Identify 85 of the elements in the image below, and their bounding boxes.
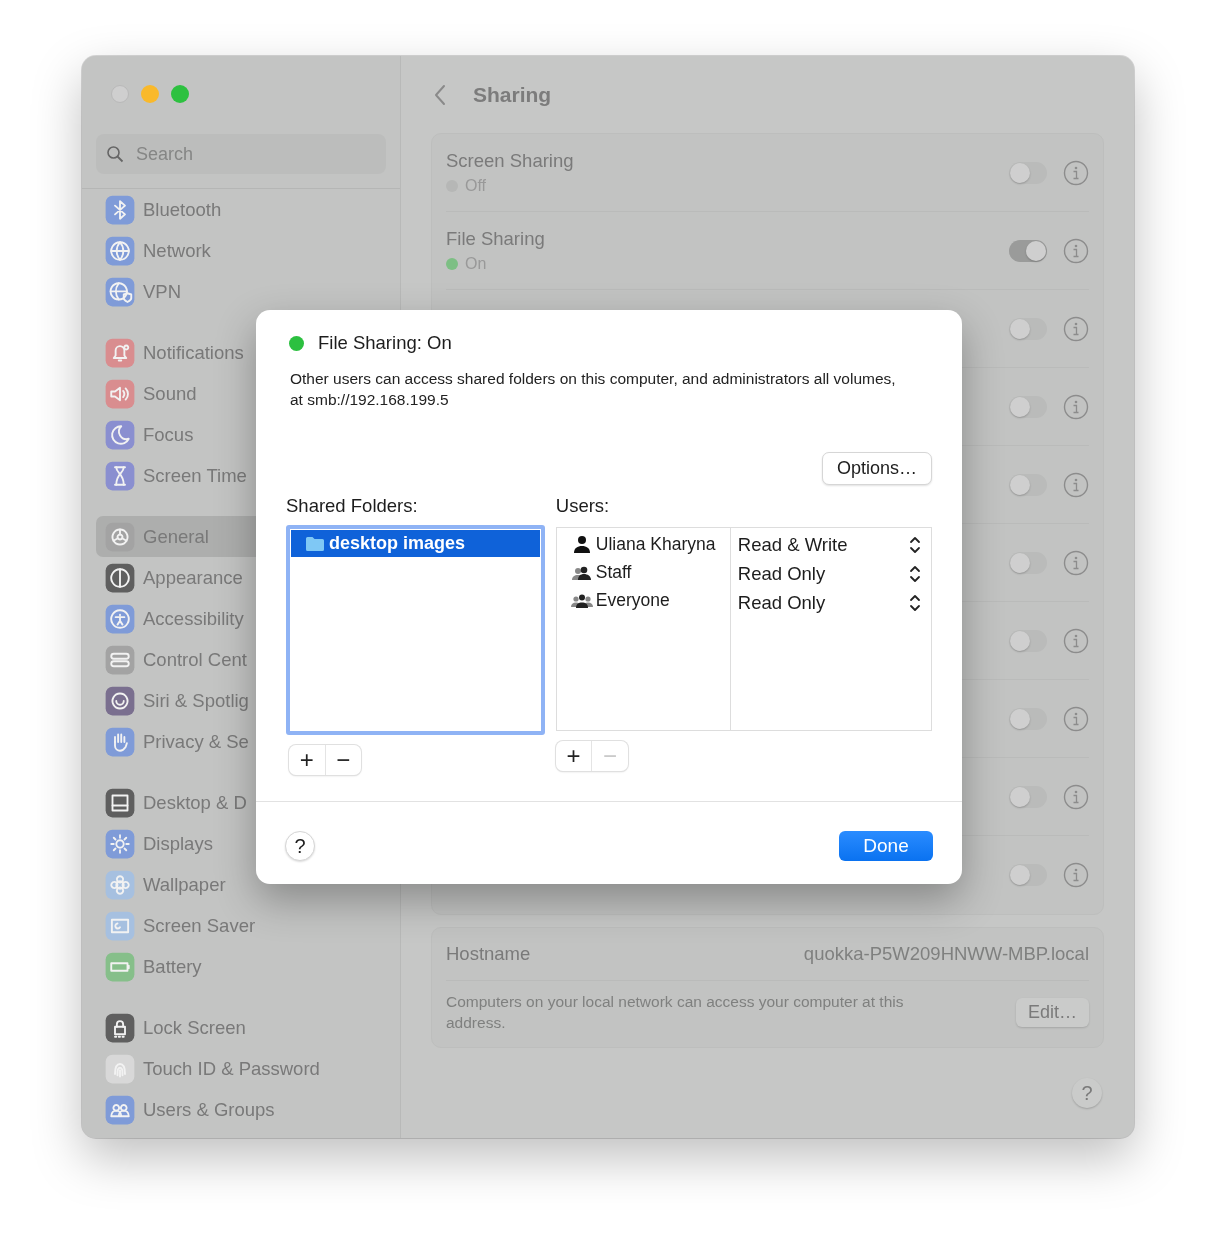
- screensaver-icon: [105, 910, 135, 941]
- sidebar-item[interactable]: Users & Groups: [96, 1089, 386, 1130]
- sidebar-item[interactable]: Touch ID & Password: [96, 1048, 386, 1089]
- speaker-icon: [105, 378, 135, 409]
- chevron-up-down-icon: [909, 594, 921, 612]
- user-name: Uliana Kharyna: [595, 533, 716, 555]
- bluetooth-icon: [105, 194, 135, 225]
- accessibility-icon: [105, 603, 135, 634]
- permission-popup[interactable]: Read & Write: [737, 530, 921, 559]
- globe-icon: [105, 235, 135, 266]
- permission-popup[interactable]: Read Only: [737, 588, 921, 617]
- users-label: Users:: [555, 495, 611, 518]
- service-name: File Sharing: [446, 228, 546, 250]
- info-icon[interactable]: [1063, 315, 1089, 342]
- hostname-label: Hostname: [446, 943, 531, 965]
- folder-item[interactable]: desktop images: [291, 530, 540, 557]
- sidebar-item[interactable]: Screen Saver: [96, 905, 386, 946]
- moon-icon: [105, 419, 135, 450]
- info-icon[interactable]: [1063, 159, 1089, 186]
- edit-button[interactable]: Edit…: [1015, 997, 1089, 1027]
- remove-button[interactable]: −: [324, 745, 361, 775]
- hostname-value: quokka-P5W209HNWW-MBP.local: [803, 943, 1089, 965]
- toggle-switch[interactable]: [1009, 551, 1047, 574]
- sun-icon: [105, 828, 135, 859]
- sidebar-item[interactable]: Screen Time: [96, 455, 386, 496]
- back-icon[interactable]: [433, 83, 447, 106]
- shared-folders-list[interactable]: desktop images: [286, 525, 545, 735]
- dialog-title: File Sharing: On: [318, 332, 452, 354]
- desktop-icon: [105, 787, 135, 818]
- permission-popup[interactable]: Read Only: [737, 559, 921, 588]
- chevron-up-down-icon: [909, 536, 921, 554]
- appearance-icon: [105, 562, 135, 593]
- toggle-switch[interactable]: [1009, 785, 1047, 808]
- zoom-control[interactable]: [171, 85, 189, 103]
- sidebar-item[interactable]: Lock Screen: [96, 1007, 386, 1048]
- lock-icon: [105, 1012, 135, 1043]
- info-icon[interactable]: [1063, 393, 1089, 420]
- options-button[interactable]: Options…: [821, 452, 932, 485]
- fingerprint-icon: [105, 1053, 135, 1084]
- hand-icon: [105, 726, 135, 757]
- hostname-note: Computers on your local network can access your computer at this address.: [446, 992, 905, 1033]
- info-icon[interactable]: [1063, 705, 1089, 732]
- shared-folders-label: Shared Folders:: [286, 495, 419, 518]
- user-name: Everyone: [595, 589, 670, 611]
- help-button[interactable]: ?: [285, 831, 315, 861]
- dialog-description: Other users can access shared folders on this computer, and administrators all volumes, at smb://192.168.199.5: [290, 369, 897, 410]
- sidebar-item[interactable]: Battery: [96, 946, 386, 987]
- flower-icon: [105, 869, 135, 900]
- sidebar-item[interactable]: Bluetooth: [96, 189, 386, 230]
- page-title: Sharing: [473, 82, 552, 107]
- switches-icon: [105, 644, 135, 675]
- user-name: Staff: [595, 561, 632, 583]
- toggle-switch[interactable]: [1009, 395, 1047, 418]
- add-button[interactable]: +: [555, 741, 592, 771]
- hourglass-icon: [105, 460, 135, 491]
- toggle-switch[interactable]: [1009, 239, 1047, 262]
- search-icon: [106, 145, 124, 163]
- toggle-switch[interactable]: [1009, 707, 1047, 730]
- service-name: Screen Sharing: [446, 150, 575, 172]
- toggle-switch[interactable]: [1009, 473, 1047, 496]
- sidebar-item[interactable]: Desktop & D: [96, 782, 386, 823]
- info-icon[interactable]: [1063, 627, 1089, 654]
- toggle-switch[interactable]: [1009, 161, 1047, 184]
- info-icon[interactable]: [1063, 471, 1089, 498]
- chevron-up-down-icon: [909, 565, 921, 583]
- sidebar-item[interactable]: VPN: [96, 271, 386, 312]
- battery-icon: [105, 951, 135, 982]
- folder-icon: [305, 535, 325, 552]
- minimize-control[interactable]: [141, 85, 159, 103]
- info-icon[interactable]: [1063, 237, 1089, 264]
- people-icon: [105, 1094, 135, 1125]
- toggle-switch[interactable]: [1009, 317, 1047, 340]
- toggle-switch[interactable]: [1009, 629, 1047, 652]
- sidebar-item[interactable]: Focus: [96, 414, 386, 455]
- help-button[interactable]: ?: [1072, 1078, 1102, 1108]
- sidebar-item[interactable]: Wallpaper: [96, 864, 386, 905]
- toggle-switch[interactable]: [1009, 864, 1047, 886]
- info-icon[interactable]: [1063, 783, 1089, 810]
- info-icon[interactable]: [1063, 862, 1089, 888]
- vpn-icon: [105, 276, 135, 307]
- sidebar-item[interactable]: Network: [96, 230, 386, 271]
- done-button[interactable]: Done: [839, 831, 933, 861]
- bell-icon: [105, 337, 135, 368]
- add-button[interactable]: +: [289, 745, 325, 775]
- info-icon[interactable]: [1063, 549, 1089, 576]
